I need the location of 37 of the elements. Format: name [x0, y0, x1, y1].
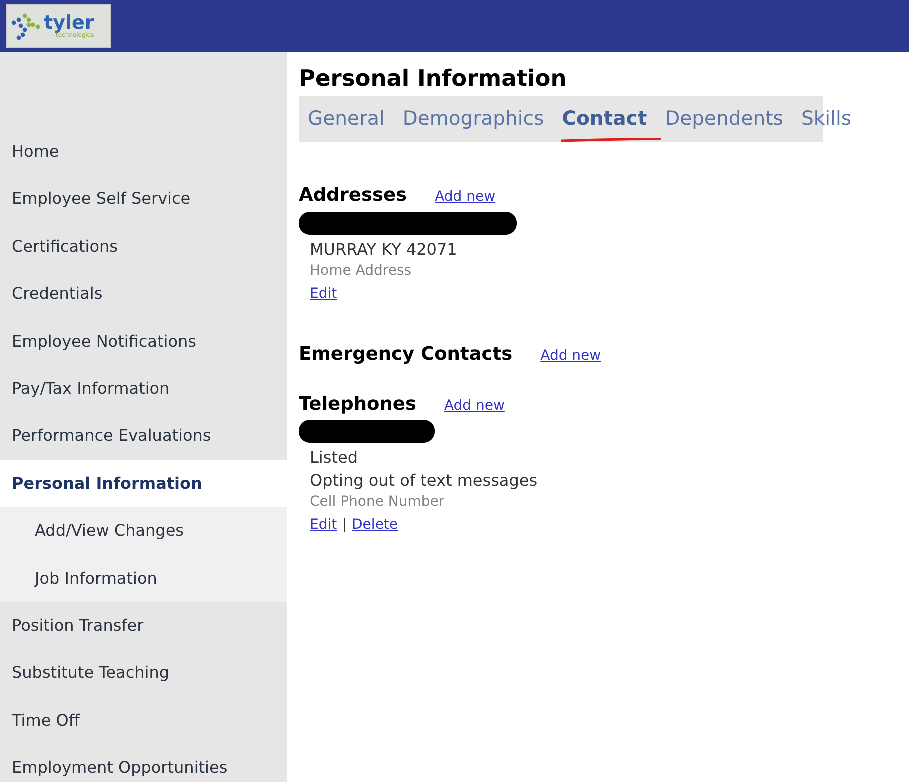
entry-type: Home Address — [310, 262, 413, 281]
sidebar-subitem[interactable]: Add/View Changes — [0, 507, 287, 555]
sidebar-item[interactable]: Employee Notifications — [0, 318, 287, 365]
sidebar-item[interactable]: Substitute Teaching — [0, 649, 287, 697]
page-title: Personal Information — [299, 66, 568, 93]
sidebar-subitem[interactable]: Job Information — [0, 554, 287, 602]
sidebar-item[interactable]: Employee Self Service — [0, 175, 287, 223]
separator: | — [342, 517, 347, 534]
tab[interactable]: Dependents — [665, 104, 784, 134]
add-new-link[interactable]: Add new — [444, 396, 505, 416]
sidebar-item[interactable]: Pay/Tax Information — [0, 364, 287, 412]
sidebar-item[interactable]: Time Off — [0, 696, 287, 744]
sidebar-item[interactable]: Home — [0, 128, 287, 176]
sidebar-item[interactable]: Certifications — [0, 222, 287, 270]
add-new-link[interactable]: Add new — [435, 187, 496, 208]
dots-logo-icon — [11, 11, 41, 41]
section-heading: Telephones — [299, 392, 416, 416]
add-new-link[interactable]: Add new — [540, 346, 602, 367]
sidebar-item[interactable]: Position Transfer — [0, 602, 287, 650]
tab[interactable]: Contact — [562, 104, 648, 134]
tab[interactable]: Skills — [801, 104, 852, 134]
entry-text: Opting out of text messages — [310, 470, 539, 492]
entry-type: Cell Phone Number — [310, 493, 446, 512]
entry-text: MURRAY KY 42071 — [310, 238, 458, 261]
section-heading: Addresses — [299, 184, 408, 208]
entry-text: Listed — [310, 447, 359, 470]
sidebar-item[interactable]: Credentials — [0, 270, 287, 318]
tab[interactable]: General — [308, 104, 385, 134]
sidebar-item[interactable]: Performance Evaluations — [0, 412, 287, 460]
sidebar-item[interactable]: Employment Opportunities — [0, 744, 287, 782]
tab[interactable]: Demographics — [402, 104, 544, 134]
sidebar-item[interactable]: Personal Information — [0, 460, 287, 508]
action-link[interactable]: Edit — [310, 286, 338, 302]
action-link[interactable]: Delete — [352, 517, 398, 534]
section-heading: Emergency Contacts — [299, 342, 513, 367]
logo-wordmark: tyler — [44, 14, 94, 32]
action-link[interactable]: Edit — [310, 517, 338, 534]
